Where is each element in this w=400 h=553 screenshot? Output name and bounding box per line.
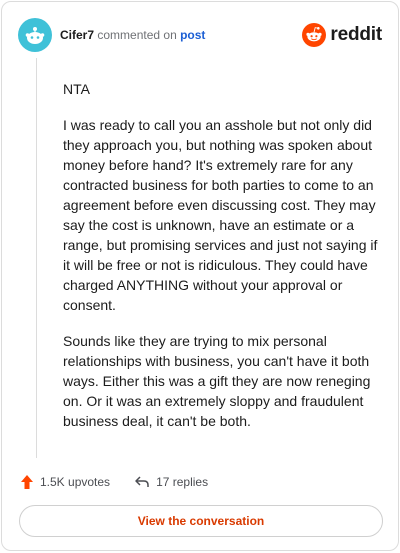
comment-actions: 1.5K upvotes 17 replies	[20, 472, 208, 492]
replies-button[interactable]: 17 replies	[134, 475, 208, 489]
comment-embed-card: Cifer7 commented on post reddit NTA I wa…	[1, 1, 399, 551]
comment-meta: Cifer7 commented on post	[60, 28, 205, 42]
reply-count: 17 replies	[156, 475, 209, 489]
upvote-count: 1.5K upvotes	[40, 475, 111, 489]
thread-line	[36, 58, 37, 458]
view-conversation-button[interactable]: View the conversation	[19, 505, 383, 537]
brand-wordmark: reddit	[330, 24, 382, 45]
user-avatar[interactable]	[18, 18, 52, 52]
upvote-arrow-icon	[21, 475, 33, 489]
comment-paragraph: Sounds like they are trying to mix perso…	[63, 333, 371, 429]
snoo-avatar-icon	[25, 27, 45, 44]
action-text: commented on	[97, 28, 177, 42]
comment-header: Cifer7 commented on post reddit	[18, 18, 382, 52]
comment-paragraph: NTA	[63, 81, 90, 97]
reply-arrow-icon	[135, 476, 149, 487]
upvote-button[interactable]: 1.5K upvotes	[20, 474, 110, 490]
post-link[interactable]: post	[180, 28, 205, 42]
reddit-logo-icon	[302, 23, 327, 47]
comment-paragraph: I was ready to call you an asshole but n…	[63, 117, 378, 313]
username-link[interactable]: Cifer7	[60, 28, 94, 42]
comment-body: NTA I was ready to call you an asshole b…	[63, 79, 387, 447]
reddit-brand-link[interactable]: reddit	[302, 23, 382, 47]
